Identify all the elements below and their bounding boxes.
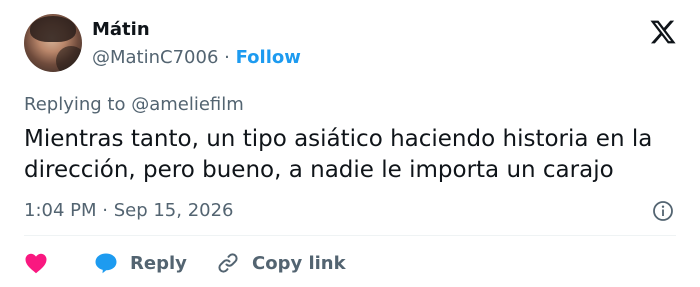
reply-button[interactable]: Reply [94,250,187,276]
avatar[interactable] [24,14,82,72]
link-icon [218,253,238,273]
replying-to-prefix: Replying to [24,94,126,115]
heart-icon[interactable] [24,252,48,274]
divider [24,235,676,236]
action-bar: Reply Copy link [24,250,676,276]
tweet-text: Mientras tanto, un tipo asiático haciend… [24,126,653,183]
reply-bubble-icon [95,253,117,274]
tweet-card: Mátin @MatinC7006 · Follow Replying to @… [0,0,700,287]
avatar-shade [56,46,82,72]
replying-to: Replying to @ameliefilm [24,94,244,116]
x-logo-icon[interactable] [648,18,678,46]
author-handle[interactable]: @MatinC7006 [92,47,218,68]
timestamp[interactable]: 1:04 PM · Sep 15, 2026 [24,200,234,222]
follow-button[interactable]: Follow [236,47,301,68]
author-handle-row: @MatinC7006 · Follow [92,47,301,69]
info-icon[interactable] [652,200,674,222]
replying-to-mention[interactable]: @ameliefilm [131,94,244,115]
author-name[interactable]: Mátin [92,19,150,41]
copy-link-label: Copy link [252,252,346,274]
separator-dot: · [224,47,230,68]
reply-label: Reply [130,252,187,274]
copy-link-button[interactable]: Copy link [216,250,346,276]
avatar-hair [30,16,76,42]
